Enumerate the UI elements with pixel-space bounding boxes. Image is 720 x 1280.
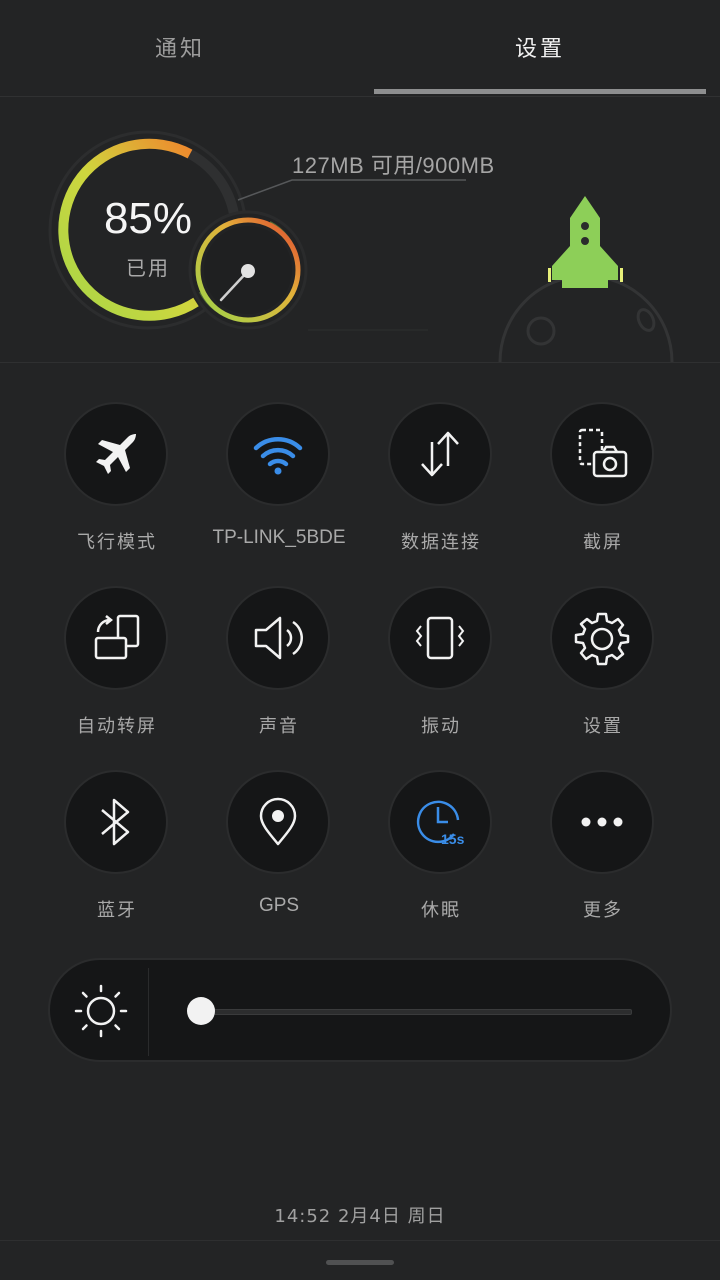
airplane-icon <box>96 434 136 474</box>
toggle-more-button[interactable] <box>550 770 654 874</box>
sleep-timer-icon: 15s <box>416 800 465 847</box>
screenshot-icon <box>578 428 628 478</box>
tab-settings[interactable]: 设置 <box>360 0 720 96</box>
toggle-wifi[interactable]: TP-LINK_5BDE <box>198 402 360 582</box>
memory-clean-button[interactable] <box>50 134 250 334</box>
toggle-vibrate-label: 振动 <box>421 716 461 737</box>
more-icon <box>581 817 623 827</box>
bottom-divider <box>0 1240 720 1241</box>
brightness-control <box>48 958 672 1062</box>
toggle-data-button[interactable] <box>388 402 492 506</box>
wifi-icon <box>253 437 303 475</box>
sound-icon <box>254 616 303 660</box>
toggle-gps-label: GPS <box>258 895 300 916</box>
toggle-sound-button[interactable] <box>226 586 330 690</box>
toggle-auto-rotate[interactable]: 自动转屏 <box>36 586 198 766</box>
toggle-settings-button[interactable] <box>550 586 654 690</box>
toggle-wifi-button[interactable] <box>226 402 330 506</box>
panel-tabs: 通知 设置 <box>0 0 720 97</box>
memory-status: 85% 已用 127MB 可用/900MB <box>0 96 720 363</box>
toggle-sleep-label: 休眠 <box>421 900 461 921</box>
toggle-screenshot-label: 截屏 <box>583 532 623 553</box>
toggle-airplane-mode[interactable]: 飞行模式 <box>36 402 198 582</box>
toggle-more[interactable]: 更多 <box>522 770 684 950</box>
toggle-sound-label: 声音 <box>259 716 299 737</box>
bluetooth-icon <box>101 798 130 846</box>
rocket-boost-button[interactable] <box>520 186 650 296</box>
toggle-sleep[interactable]: 15s 休眠 <box>360 770 522 950</box>
toggle-gps[interactable]: GPS <box>198 770 360 950</box>
auto-rotate-icon <box>94 614 140 660</box>
toggle-rotate-label: 自动转屏 <box>77 716 157 737</box>
date-time-text: 14:52 2月4日 周日 <box>274 1206 446 1227</box>
toggle-gps-button[interactable] <box>226 770 330 874</box>
location-pin-icon <box>259 797 297 846</box>
toggle-wifi-label: TP-LINK_5BDE <box>212 527 346 548</box>
sleep-timer-badge: 15s <box>441 831 465 847</box>
toggle-vibrate[interactable]: 振动 <box>360 586 522 766</box>
vibrate-icon <box>415 616 465 660</box>
toggle-screenshot-button[interactable] <box>550 402 654 506</box>
quick-settings-panel: 通知 设置 85% 已用 127MB 可用/900MB 飞行模式 TP-LINK… <box>0 0 720 1280</box>
toggle-settings[interactable]: 设置 <box>522 586 684 766</box>
brightness-slider-track[interactable] <box>188 1009 632 1015</box>
brightness-divider <box>148 968 149 1056</box>
toggle-sleep-button[interactable]: 15s <box>388 770 492 874</box>
gear-icon <box>574 612 630 666</box>
toggle-sound[interactable]: 声音 <box>198 586 360 766</box>
toggle-bluetooth-label: 蓝牙 <box>97 900 137 921</box>
toggle-screenshot[interactable]: 截屏 <box>522 402 684 582</box>
toggle-bluetooth[interactable]: 蓝牙 <box>36 770 198 950</box>
memory-available-text: 127MB 可用/900MB <box>292 153 495 178</box>
toggle-bluetooth-button[interactable] <box>64 770 168 874</box>
active-tab-indicator <box>374 89 706 94</box>
toggle-data-label: 数据连接 <box>401 532 481 553</box>
toggle-vibrate-button[interactable] <box>388 586 492 690</box>
toggle-airplane-label: 飞行模式 <box>77 532 157 553</box>
toggle-mobile-data[interactable]: 数据连接 <box>360 402 522 582</box>
toggle-airplane-button[interactable] <box>64 402 168 506</box>
tab-notifications[interactable]: 通知 <box>0 0 360 96</box>
brightness-slider-thumb[interactable] <box>187 997 216 1025</box>
sun-icon[interactable] <box>74 984 128 1038</box>
drag-handle[interactable] <box>326 1260 394 1265</box>
toggle-settings-label: 设置 <box>583 716 623 737</box>
toggle-rotate-button[interactable] <box>64 586 168 690</box>
toggle-more-label: 更多 <box>583 900 623 921</box>
data-transfer-icon <box>421 431 459 477</box>
